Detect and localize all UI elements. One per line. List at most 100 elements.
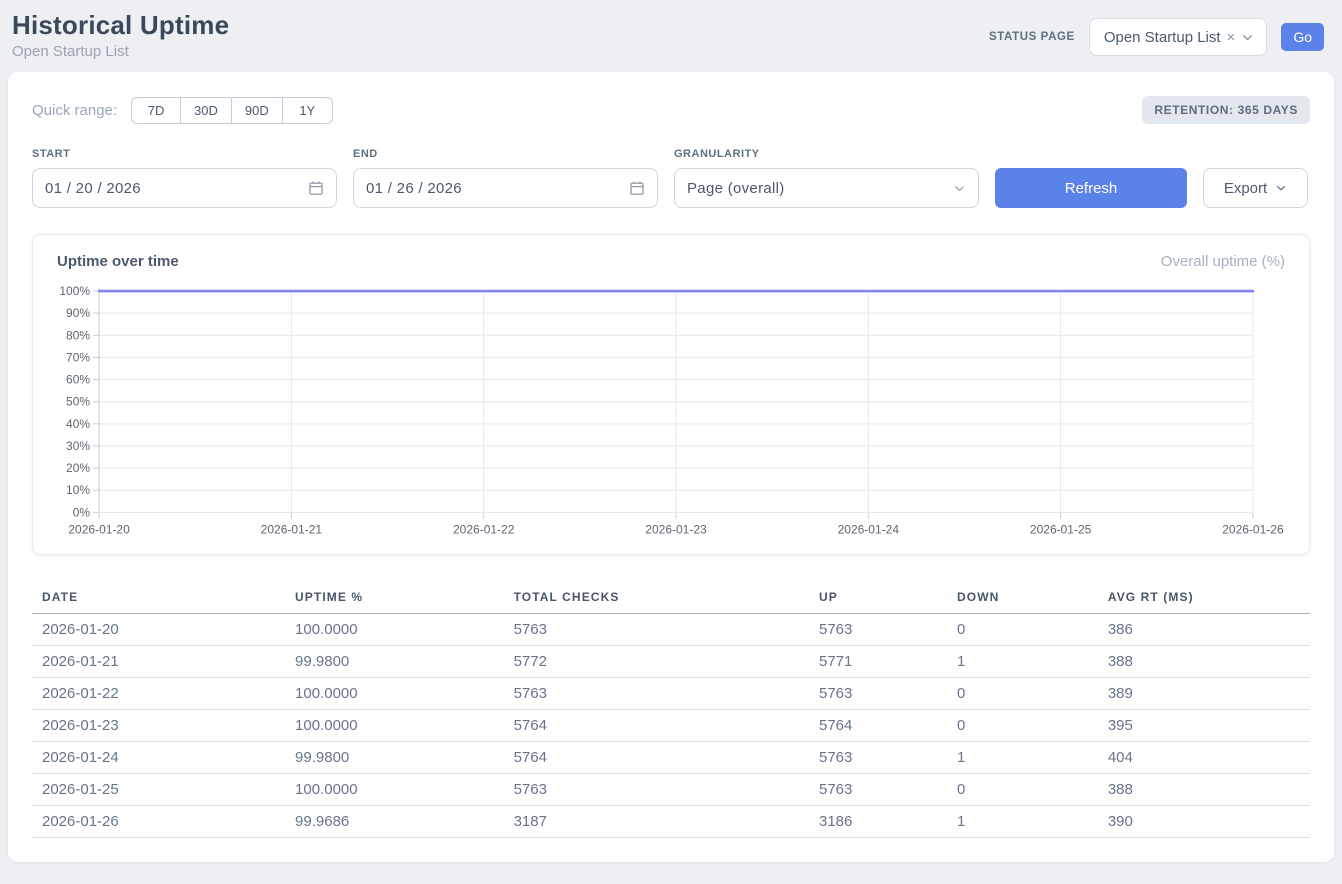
quick-range-90d-button[interactable]: 90D: [232, 97, 283, 124]
table-row: 2026-01-2199.9800577257711388: [32, 646, 1310, 678]
quick-range-30d-button[interactable]: 30D: [181, 97, 232, 124]
svg-text:2026-01-25: 2026-01-25: [1030, 522, 1092, 536]
granularity-field: GRANULARITY Page (overall): [674, 148, 979, 208]
svg-text:60%: 60%: [66, 373, 90, 387]
table-column-header: UPTIME %: [285, 581, 504, 614]
go-button[interactable]: Go: [1281, 23, 1324, 51]
table-column-header: UP: [809, 581, 947, 614]
refresh-button[interactable]: Refresh: [995, 168, 1187, 208]
table-cell: 100.0000: [285, 678, 504, 710]
table-column-header: TOTAL CHECKS: [504, 581, 809, 614]
table-cell: 5763: [809, 774, 947, 806]
svg-text:50%: 50%: [66, 395, 90, 409]
svg-text:20%: 20%: [66, 461, 90, 475]
table-cell: 2026-01-25: [32, 774, 285, 806]
quick-range-7d-button[interactable]: 7D: [131, 97, 181, 124]
table-cell: 2026-01-24: [32, 742, 285, 774]
table-cell: 100.0000: [285, 774, 504, 806]
table-cell: 0: [947, 614, 1098, 646]
table-column-header: DOWN: [947, 581, 1098, 614]
table-cell: 2026-01-20: [32, 614, 285, 646]
table-header-row: DATEUPTIME %TOTAL CHECKSUPDOWNAVG RT (MS…: [32, 581, 1310, 614]
svg-text:30%: 30%: [66, 439, 90, 453]
end-date-field: END 01 / 26 / 2026: [353, 148, 658, 208]
end-date-value: 01 / 26 / 2026: [366, 180, 462, 197]
table-cell: 395: [1098, 710, 1310, 742]
export-button[interactable]: Export: [1203, 168, 1308, 208]
calendar-icon[interactable]: [308, 180, 324, 196]
end-date-input[interactable]: 01 / 26 / 2026: [353, 168, 658, 208]
table-cell: 5771: [809, 646, 947, 678]
start-date-label: START: [32, 148, 337, 160]
uptime-table: DATEUPTIME %TOTAL CHECKSUPDOWNAVG RT (MS…: [32, 581, 1310, 838]
uptime-line-chart: 0%10%20%30%40%50%60%70%80%90%100%2026-01…: [57, 280, 1285, 542]
svg-text:80%: 80%: [66, 328, 90, 342]
page-header: Historical Uptime Open Startup List STAT…: [0, 0, 1342, 72]
main-panel: Quick range: 7D 30D 90D 1Y RETENTION: 36…: [8, 72, 1334, 862]
table-cell: 0: [947, 774, 1098, 806]
table-column-header: DATE: [32, 581, 285, 614]
table-cell: 5763: [809, 678, 947, 710]
clear-selection-icon[interactable]: ×: [1227, 30, 1236, 45]
table-cell: 3187: [504, 806, 809, 838]
quick-range-row: Quick range: 7D 30D 90D 1Y RETENTION: 36…: [32, 96, 1310, 124]
status-page-label: STATUS PAGE: [989, 31, 1075, 43]
chart-header: Uptime over time Overall uptime (%): [57, 253, 1285, 270]
granularity-select[interactable]: Page (overall): [674, 168, 979, 208]
table-cell: 404: [1098, 742, 1310, 774]
start-date-value: 01 / 20 / 2026: [45, 180, 141, 197]
table-cell: 2026-01-22: [32, 678, 285, 710]
page-title: Historical Uptime: [12, 10, 229, 41]
table-cell: 99.9800: [285, 646, 504, 678]
table-cell: 2026-01-26: [32, 806, 285, 838]
svg-text:2026-01-21: 2026-01-21: [261, 522, 323, 536]
table-cell: 388: [1098, 774, 1310, 806]
granularity-value: Page (overall): [687, 180, 785, 197]
granularity-label: GRANULARITY: [674, 148, 979, 160]
table-cell: 100.0000: [285, 710, 504, 742]
status-page-selected-value: Open Startup List: [1104, 29, 1221, 46]
table-cell: 388: [1098, 646, 1310, 678]
retention-badge: RETENTION: 365 DAYS: [1142, 96, 1310, 124]
start-date-input[interactable]: 01 / 20 / 2026: [32, 168, 337, 208]
status-page-select[interactable]: Open Startup List ×: [1089, 18, 1268, 56]
table-cell: 1: [947, 806, 1098, 838]
svg-text:2026-01-20: 2026-01-20: [68, 522, 130, 536]
table-row: 2026-01-20100.0000576357630386: [32, 614, 1310, 646]
table-cell: 5764: [504, 710, 809, 742]
table-cell: 5763: [504, 774, 809, 806]
end-date-label: END: [353, 148, 658, 160]
calendar-icon[interactable]: [629, 180, 645, 196]
table-cell: 5763: [809, 742, 947, 774]
table-body: 2026-01-20100.00005763576303862026-01-21…: [32, 614, 1310, 838]
table-cell: 5764: [809, 710, 947, 742]
table-row: 2026-01-2699.9686318731861390: [32, 806, 1310, 838]
svg-text:40%: 40%: [66, 417, 90, 431]
table-cell: 5764: [504, 742, 809, 774]
uptime-chart-card: Uptime over time Overall uptime (%) 0% 10…: [32, 234, 1310, 555]
table-cell: 5763: [809, 614, 947, 646]
table-cell: 3186: [809, 806, 947, 838]
svg-text:2026-01-26: 2026-01-26: [1222, 522, 1284, 536]
chart-canvas: 0%10%20%30%40%50%60%70%80%90%100%2026-01…: [57, 280, 1285, 542]
export-button-label: Export: [1224, 180, 1267, 197]
quick-range-label: Quick range:: [32, 102, 117, 119]
chevron-down-icon: [1241, 31, 1254, 44]
chart-title: Uptime over time: [57, 253, 179, 270]
svg-text:2026-01-24: 2026-01-24: [838, 522, 900, 536]
table-cell: 0: [947, 678, 1098, 710]
svg-text:2026-01-22: 2026-01-22: [453, 522, 515, 536]
quick-range-1y-button[interactable]: 1Y: [283, 97, 333, 124]
start-date-field: START 01 / 20 / 2026: [32, 148, 337, 208]
title-block: Historical Uptime Open Startup List: [12, 10, 229, 60]
quick-range-group: 7D 30D 90D 1Y: [131, 97, 333, 124]
table-cell: 2026-01-23: [32, 710, 285, 742]
table-cell: 0: [947, 710, 1098, 742]
table-cell: 5763: [504, 614, 809, 646]
table-cell: 2026-01-21: [32, 646, 285, 678]
svg-text:10%: 10%: [66, 483, 90, 497]
chart-legend-label: Overall uptime (%): [1161, 253, 1285, 270]
svg-text:0%: 0%: [73, 505, 91, 519]
table-cell: 100.0000: [285, 614, 504, 646]
table-row: 2026-01-25100.0000576357630388: [32, 774, 1310, 806]
